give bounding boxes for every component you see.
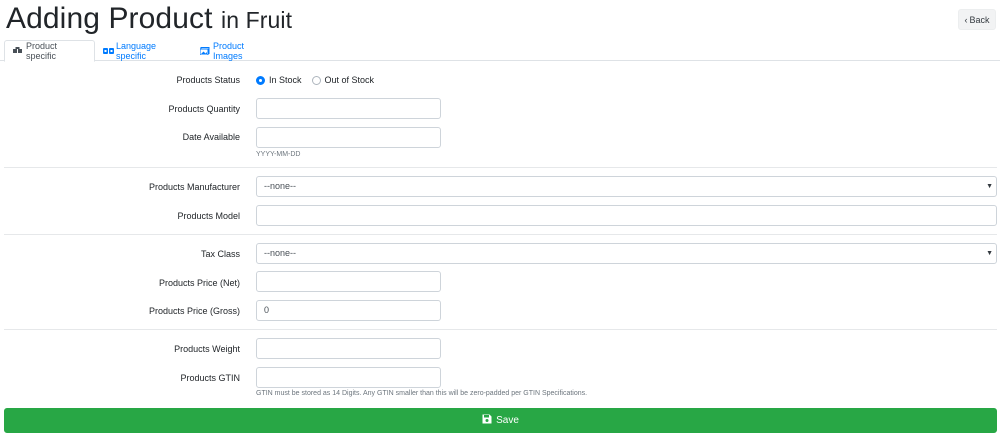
caret-down-icon: ▼ <box>986 183 993 190</box>
section-divider <box>4 329 997 330</box>
products-model-label: Products Model <box>177 211 240 221</box>
products-price-net-input[interactable] <box>256 271 441 292</box>
products-weight-label: Products Weight <box>174 344 240 354</box>
gtin-help: GTIN must be stored as 14 Digits. Any GT… <box>256 390 588 397</box>
save-button-label: Save <box>496 415 519 426</box>
products-price-net-label: Products Price (Net) <box>158 278 240 288</box>
page-title: Adding Product in Fruit <box>6 1 292 38</box>
date-format-help: YYYY-MM-DD <box>256 151 301 158</box>
date-available-input[interactable] <box>256 127 441 148</box>
products-manufacturer-select[interactable]: --none-- ▼ <box>256 176 997 197</box>
products-manufacturer-label: Products Manufacturer <box>148 182 240 192</box>
products-price-gross-input[interactable]: 0 <box>256 300 441 321</box>
save-icon <box>482 414 492 427</box>
section-divider <box>4 167 997 168</box>
save-button[interactable]: Save <box>4 408 997 433</box>
radio-checked-icon <box>256 75 265 85</box>
chevron-left-icon: ‹ <box>964 14 968 25</box>
images-icon <box>199 46 210 55</box>
products-quantity-input[interactable] <box>256 98 441 119</box>
status-out-of-stock-radio[interactable]: Out of Stock <box>311 75 375 85</box>
date-available-label: Date Available <box>182 132 240 142</box>
status-in-stock-radio[interactable]: In Stock <box>256 75 302 85</box>
tab-label: Language specific <box>116 40 157 61</box>
tab-label: Product specific <box>26 41 58 61</box>
caret-down-icon: ▼ <box>986 250 993 257</box>
products-gtin-input[interactable] <box>256 367 441 388</box>
products-price-gross-label: Products Price (Gross) <box>148 306 240 316</box>
tab-product-images[interactable]: Product Images <box>192 40 282 61</box>
radio-label: In Stock <box>269 75 302 85</box>
language-icon <box>103 47 114 55</box>
tab-language-specific[interactable]: Language specific <box>95 40 192 61</box>
page-header: Adding Product in Fruit ‹ Back <box>0 0 1000 40</box>
page-title-main: Adding Product <box>6 2 213 35</box>
products-gtin-label: Products GTIN <box>180 373 240 383</box>
tab-bar: Product specific Language specific Produ… <box>0 40 1000 62</box>
products-status-label: Products Status <box>176 75 240 85</box>
back-button-label: Back <box>969 14 990 25</box>
tab-product-specific[interactable]: Product specific <box>4 40 95 62</box>
back-button[interactable]: ‹ Back <box>958 9 996 30</box>
products-status-radio-group: In Stock Out of Stock <box>256 74 384 86</box>
products-model-input[interactable] <box>256 205 997 226</box>
section-divider <box>4 234 997 235</box>
products-weight-input[interactable] <box>256 338 441 359</box>
boxes-icon <box>13 47 23 55</box>
tax-class-label: Tax Class <box>200 249 240 259</box>
select-value: --none-- <box>264 248 297 258</box>
products-quantity-label: Products Quantity <box>168 104 240 114</box>
page-title-category: in Fruit <box>220 7 293 33</box>
tax-class-select[interactable]: --none-- ▼ <box>256 243 997 264</box>
tab-label: Product Images <box>213 40 245 61</box>
radio-label: Out of Stock <box>324 75 375 85</box>
select-value: --none-- <box>264 181 297 191</box>
radio-unchecked-icon <box>311 75 321 85</box>
